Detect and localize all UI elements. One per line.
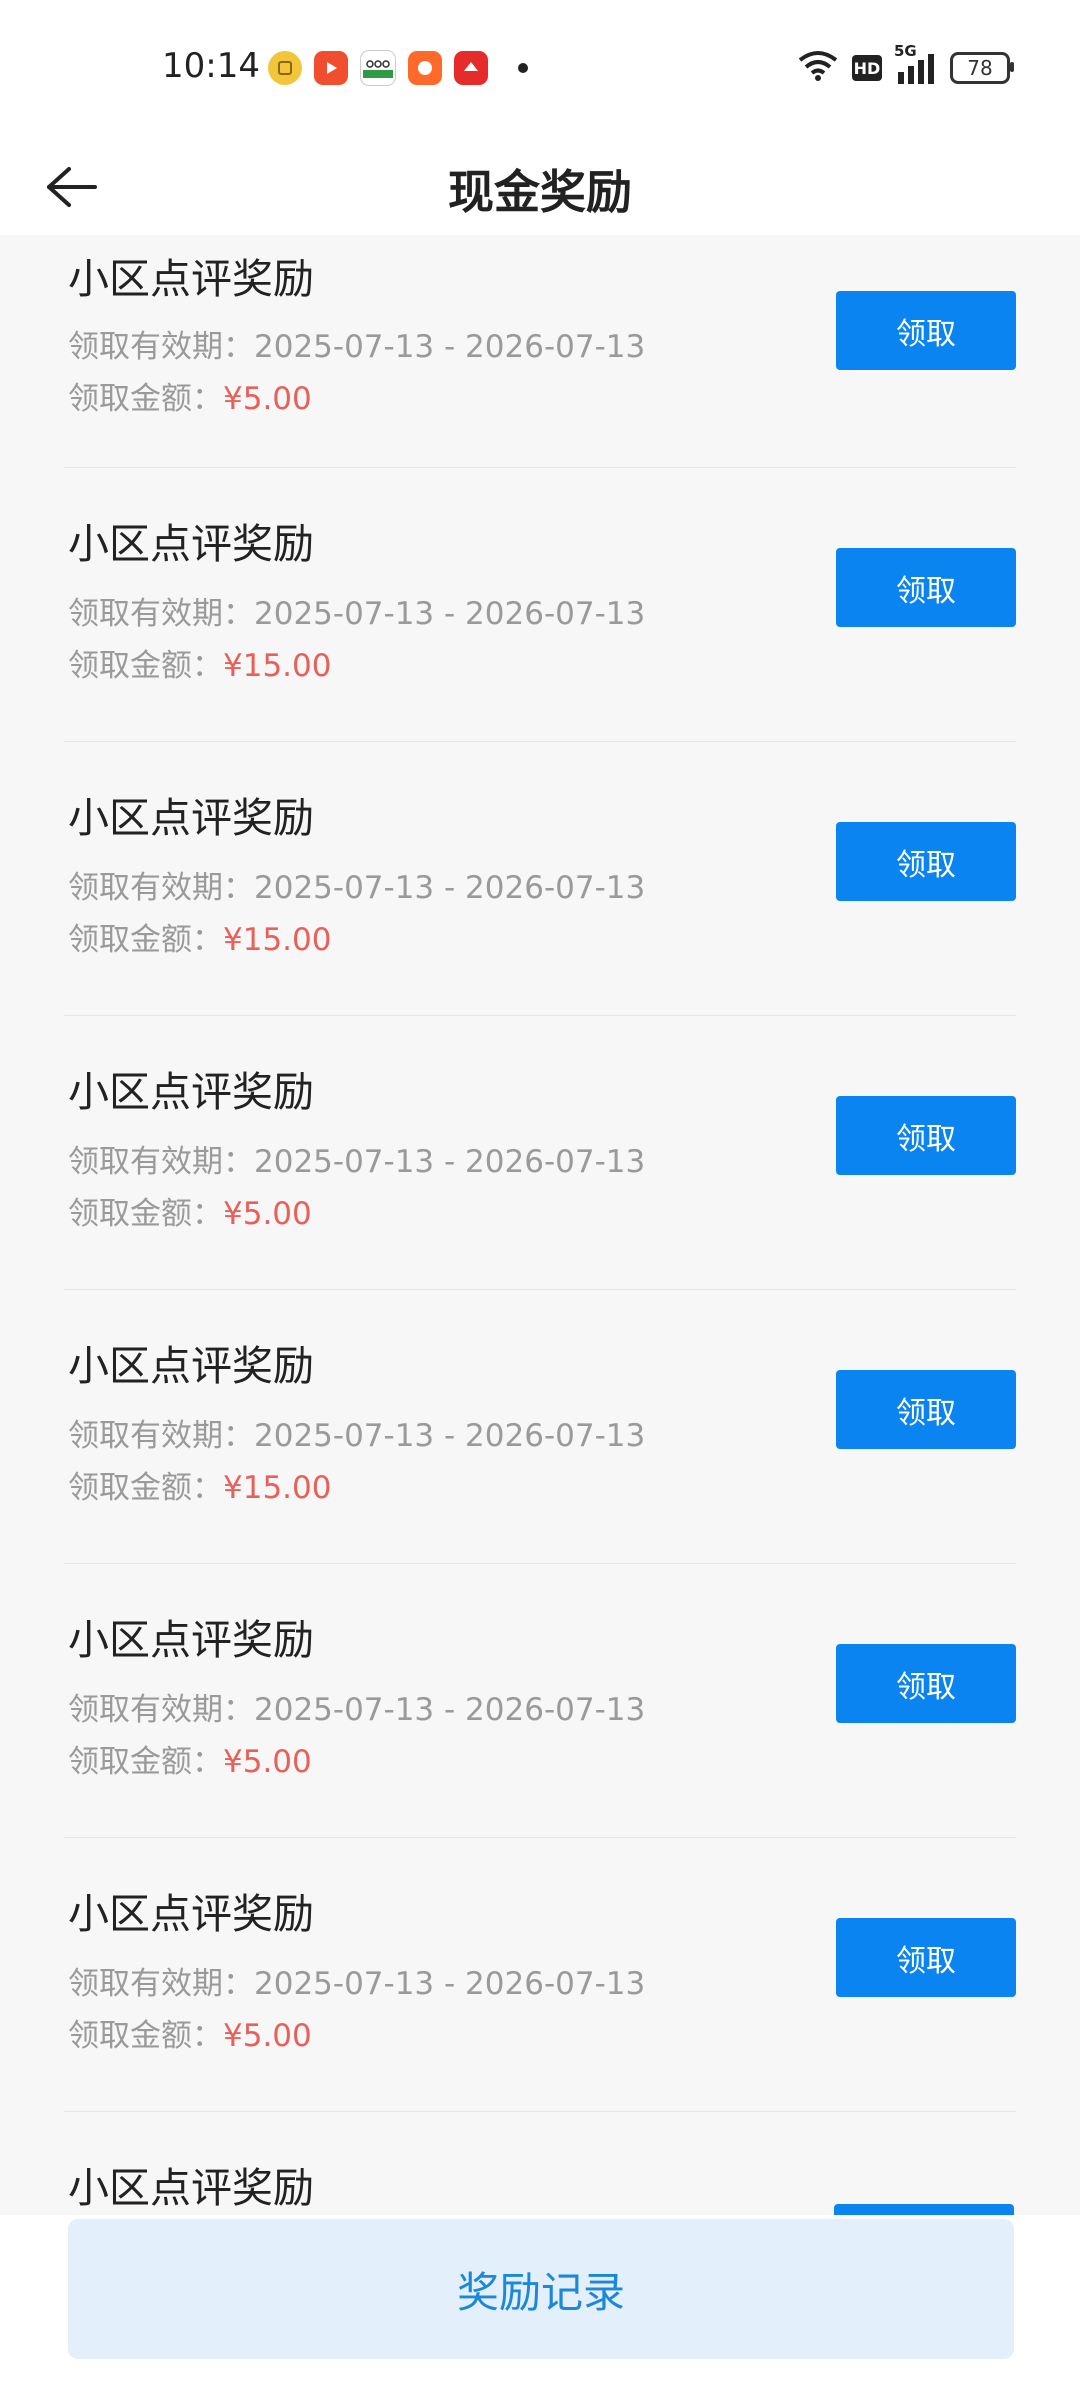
validity-label: 领取有效期： xyxy=(68,1144,254,1180)
amount-value: ¥5.00 xyxy=(223,2018,312,2054)
status-time: 10:14 xyxy=(162,46,260,86)
reward-title: 小区点评奖励 xyxy=(68,1616,314,1664)
claim-button[interactable]: 领取 xyxy=(836,1096,1016,1175)
reward-item: 小区点评奖励 领取有效期：2025-07-13 - 2026-07-13 领取金… xyxy=(64,468,1016,742)
validity-range: 2025-07-13 - 2026-07-13 xyxy=(254,1144,646,1180)
reward-item: 小区点评奖励 领取有效期：2025-07-13 - 2026-07-13 领取金… xyxy=(64,742,1016,1016)
page-title: 现金奖励 xyxy=(448,165,632,219)
screen: 10:14 HD 5G 78 现金奖励 小区点评奖励 领取有效期：2025-07… xyxy=(0,0,1080,2400)
reward-list[interactable]: 小区点评奖励 领取有效期：2025-07-13 - 2026-07-13 领取金… xyxy=(0,235,1080,2235)
status-indicators: HD 5G 78 xyxy=(798,42,1014,86)
validity-range: 2025-07-13 - 2026-07-13 xyxy=(254,870,646,906)
reward-title: 小区点评奖励 xyxy=(68,255,314,303)
battery-icon: 78 xyxy=(950,52,1014,84)
reward-validity: 领取有效期：2025-07-13 - 2026-07-13 xyxy=(68,1684,645,1729)
reward-validity: 领取有效期：2025-07-13 - 2026-07-13 xyxy=(68,1958,645,2003)
more-notifications-dot xyxy=(518,63,528,73)
amount-label: 领取金额： xyxy=(68,2018,223,2054)
amount-label: 领取金额： xyxy=(68,1744,223,1780)
reward-title: 小区点评奖励 xyxy=(68,1068,314,1116)
amount-value: ¥5.00 xyxy=(223,1196,312,1232)
amount-label: 领取金额： xyxy=(68,922,223,958)
amount-value: ¥5.00 xyxy=(223,1744,312,1780)
reward-validity: 领取有效期：2025-07-13 - 2026-07-13 xyxy=(68,862,645,907)
reward-amount: 领取金额：¥5.00 xyxy=(68,2010,312,2055)
validity-range: 2025-07-13 - 2026-07-13 xyxy=(254,329,646,365)
reward-amount: 领取金额：¥15.00 xyxy=(68,914,331,959)
reward-title: 小区点评奖励 xyxy=(68,1890,314,1938)
reward-validity: 领取有效期：2025-07-13 - 2026-07-13 xyxy=(68,1410,645,1455)
reward-item: 小区点评奖励 领取有效期：2025-07-13 - 2026-07-13 领取金… xyxy=(64,1290,1016,1564)
amount-label: 领取金额： xyxy=(68,381,223,417)
oppo-app-icon xyxy=(360,50,396,86)
amount-value: ¥15.00 xyxy=(223,648,332,684)
amount-label: 领取金额： xyxy=(68,1196,223,1232)
claim-button[interactable]: 领取 xyxy=(836,1370,1016,1449)
reward-amount: 领取金额：¥5.00 xyxy=(68,373,312,418)
promo-app-icon xyxy=(454,51,488,85)
validity-range: 2025-07-13 - 2026-07-13 xyxy=(254,1418,646,1454)
reward-validity: 领取有效期：2025-07-13 - 2026-07-13 xyxy=(68,588,645,633)
hd-icon: HD xyxy=(852,55,882,81)
reward-amount: 领取金额：¥5.00 xyxy=(68,1736,312,1781)
amount-label: 领取金额： xyxy=(68,648,223,684)
reward-amount: 领取金额：¥5.00 xyxy=(68,1188,312,1233)
reward-item: 小区点评奖励 领取有效期：2025-07-13 - 2026-07-13 领取金… xyxy=(64,1564,1016,1838)
claim-button[interactable]: 领取 xyxy=(836,548,1016,627)
validity-label: 领取有效期： xyxy=(68,1966,254,2002)
claim-button[interactable]: 领取 xyxy=(836,822,1016,901)
reward-item: 小区点评奖励 领取有效期：2025-07-13 - 2026-07-13 领取金… xyxy=(64,1016,1016,1290)
validity-label: 领取有效期： xyxy=(68,329,254,365)
reward-title: 小区点评奖励 xyxy=(68,2164,314,2212)
validity-label: 领取有效期： xyxy=(68,870,254,906)
network-type-label: 5G xyxy=(894,42,917,60)
reward-item: 小区点评奖励 领取有效期：2025-07-13 - 2026-07-13 领取金… xyxy=(64,1838,1016,2112)
validity-label: 领取有效期： xyxy=(68,596,254,632)
reward-amount: 领取金额：¥15.00 xyxy=(68,640,331,685)
status-bar: 10:14 HD 5G 78 xyxy=(0,0,1080,140)
reward-validity: 领取有效期：2025-07-13 - 2026-07-13 xyxy=(68,321,645,366)
validity-range: 2025-07-13 - 2026-07-13 xyxy=(254,596,646,632)
bottom-bar: 奖励记录 xyxy=(0,2215,1080,2400)
claim-button[interactable]: 领取 xyxy=(836,1644,1016,1723)
validity-label: 领取有效期： xyxy=(68,1692,254,1728)
claim-button[interactable]: 领取 xyxy=(836,291,1016,370)
reward-validity: 领取有效期：2025-07-13 - 2026-07-13 xyxy=(68,1136,645,1181)
amount-label: 领取金额： xyxy=(68,1470,223,1506)
coin-app-icon xyxy=(268,51,302,85)
wifi-icon xyxy=(798,50,838,86)
shopping-app-icon xyxy=(408,51,442,85)
reward-item: 小区点评奖励 领取有效期：2025-07-13 - 2026-07-13 领取金… xyxy=(64,235,1016,468)
header: 现金奖励 xyxy=(0,140,1080,235)
video-app-icon xyxy=(314,51,348,85)
reward-title: 小区点评奖励 xyxy=(68,520,314,568)
amount-value: ¥5.00 xyxy=(223,381,312,417)
amount-value: ¥15.00 xyxy=(223,922,332,958)
reward-records-button[interactable]: 奖励记录 xyxy=(68,2219,1014,2359)
validity-range: 2025-07-13 - 2026-07-13 xyxy=(254,1692,646,1728)
reward-title: 小区点评奖励 xyxy=(68,794,314,842)
notification-icons xyxy=(268,50,528,86)
validity-label: 领取有效期： xyxy=(68,1418,254,1454)
signal-icon: 5G xyxy=(894,42,936,84)
reward-amount: 领取金额：¥15.00 xyxy=(68,1462,331,1507)
validity-range: 2025-07-13 - 2026-07-13 xyxy=(254,1966,646,2002)
claim-button[interactable]: 领取 xyxy=(836,1918,1016,1997)
reward-title: 小区点评奖励 xyxy=(68,1342,314,1390)
amount-value: ¥15.00 xyxy=(223,1470,332,1506)
battery-level: 78 xyxy=(967,56,993,80)
